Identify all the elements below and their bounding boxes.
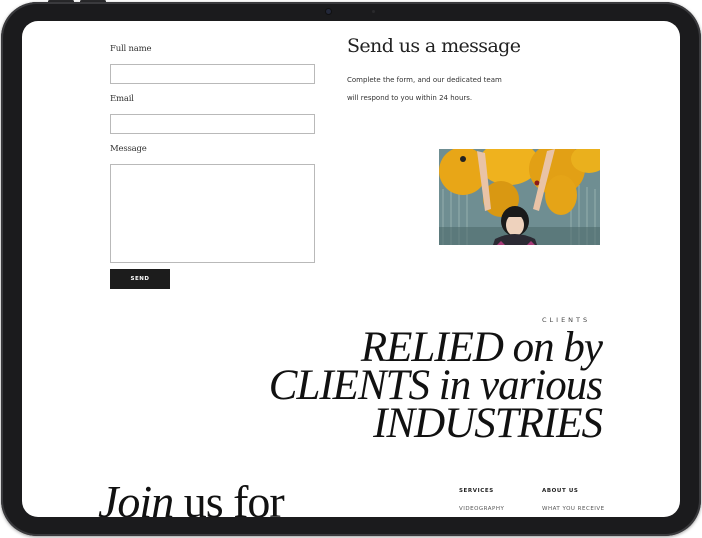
services-heading: SERVICES xyxy=(459,488,494,494)
about-heading: ABOUT US xyxy=(542,488,579,494)
balloons-photo xyxy=(439,149,600,245)
balloons-photo-illustration xyxy=(439,149,600,245)
description-line: Complete the form, and our dedicated tea… xyxy=(347,76,502,84)
send-button[interactable]: SEND xyxy=(110,269,170,289)
tablet-device: Full name Email Message SEND Send us a m… xyxy=(0,0,702,538)
join-italic: Join xyxy=(98,476,174,517)
clients-headline: RELIED on by CLIENTS in various INDUSTRI… xyxy=(269,326,603,447)
join-rest: us for xyxy=(173,476,285,517)
message-label: Message xyxy=(110,144,147,154)
join-heading: Join us for xyxy=(98,475,285,517)
contact-description: Complete the form, and our dedicated tea… xyxy=(347,71,547,107)
light-sensor xyxy=(372,10,375,13)
email-label: Email xyxy=(110,94,134,104)
full-name-field[interactable] xyxy=(110,64,315,84)
services-link-videography[interactable]: VIDEOGRAPHY xyxy=(459,506,504,512)
front-camera xyxy=(326,9,331,14)
description-line: will respond to you within 24 hours. xyxy=(347,94,473,102)
about-link-what-you-receive[interactable]: WHAT YOU RECEIVE xyxy=(542,506,605,512)
email-field[interactable] xyxy=(110,114,315,134)
headline-line: INDUSTRIES xyxy=(373,400,603,447)
tablet-screen: Full name Email Message SEND Send us a m… xyxy=(22,21,680,517)
full-name-label: Full name xyxy=(110,44,152,54)
message-field[interactable] xyxy=(110,164,315,263)
page-title: Send us a message xyxy=(347,35,521,57)
clients-eyebrow: CLIENTS xyxy=(542,316,591,324)
